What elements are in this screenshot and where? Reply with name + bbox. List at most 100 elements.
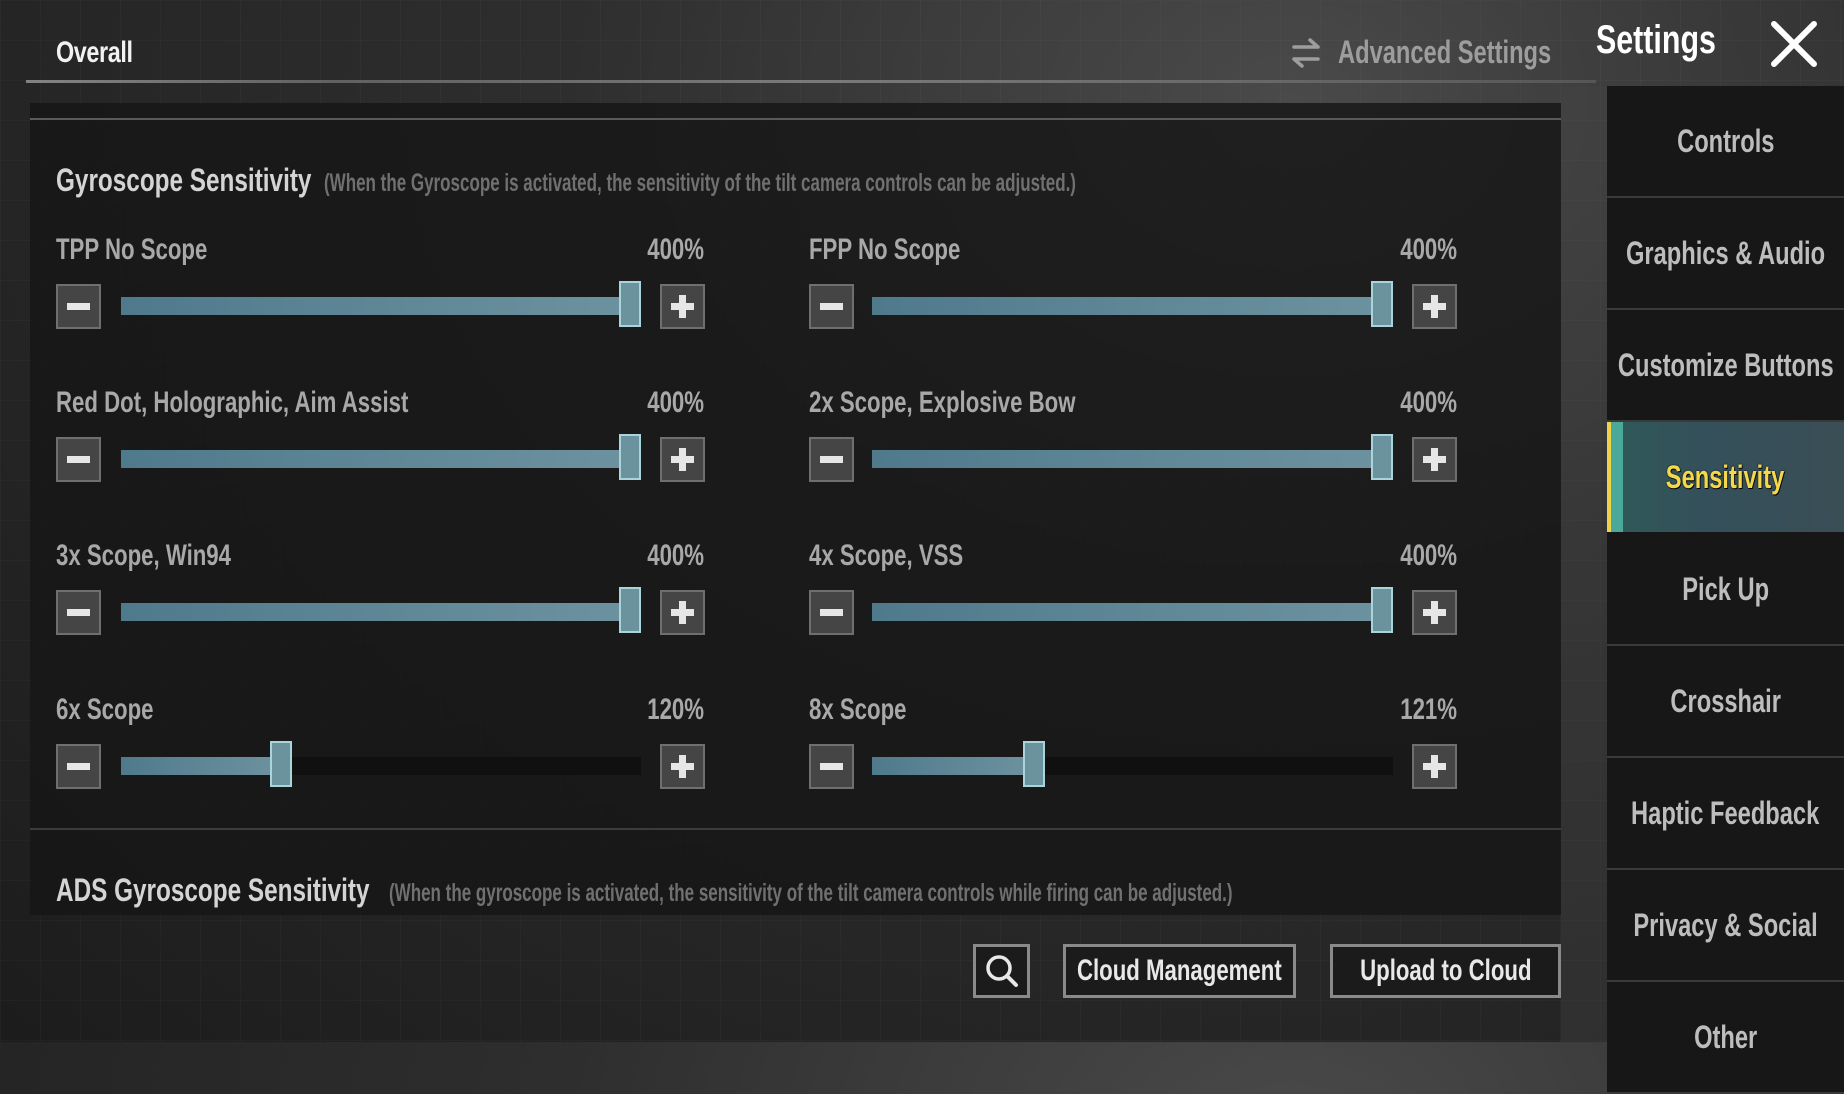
sensitivity-slider[interactable] [121, 281, 641, 327]
header-divider [26, 80, 1596, 83]
upload-to-cloud-label: Upload to Cloud [1359, 954, 1532, 987]
sensitivity-slider[interactable] [872, 434, 1393, 480]
slider-label: FPP No Scope [809, 233, 961, 266]
slider-thumb[interactable] [619, 281, 641, 327]
section-title: ADS Gyroscope Sensitivity [56, 872, 370, 908]
slider-thumb[interactable] [1371, 281, 1393, 327]
upload-to-cloud-button[interactable]: Upload to Cloud [1330, 944, 1561, 998]
sidebar-item-label: Haptic Feedback [1631, 794, 1820, 831]
decrease-button[interactable] [809, 437, 854, 482]
settings-sidebar: Controls Graphics & Audio Customize Button… [1607, 86, 1844, 1094]
page-title: Settings [1596, 18, 1716, 62]
increase-button[interactable] [1412, 284, 1457, 329]
increase-button[interactable] [660, 437, 705, 482]
sidebar-item-label: Graphics & Audio [1625, 234, 1826, 271]
slider-label: 4x Scope, VSS [809, 539, 964, 572]
sidebar-item-controls[interactable]: Controls [1607, 86, 1844, 198]
slider-value: 121% [1400, 693, 1457, 726]
increase-button[interactable] [1412, 590, 1457, 635]
advanced-settings-button[interactable]: Advanced Settings [1288, 34, 1626, 71]
close-button[interactable] [1768, 18, 1820, 70]
slider-fill [872, 603, 1382, 621]
minus-icon [67, 609, 90, 616]
decrease-button[interactable] [56, 744, 101, 789]
sensitivity-slider[interactable] [872, 741, 1393, 787]
decrease-button[interactable] [809, 590, 854, 635]
slider-fill [872, 450, 1382, 468]
sensitivity-slider[interactable] [872, 281, 1393, 327]
increase-button[interactable] [1412, 744, 1457, 789]
search-button[interactable] [973, 944, 1030, 998]
minus-icon [67, 763, 90, 770]
decrease-button[interactable] [56, 284, 101, 329]
slider-thumb[interactable] [1371, 434, 1393, 480]
decrease-button[interactable] [56, 590, 101, 635]
sidebar-item-haptic-feedback[interactable]: Haptic Feedback [1607, 758, 1844, 870]
slider-thumb[interactable] [270, 741, 292, 787]
section-description: (When the gyroscope is activated, the se… [388, 879, 1233, 907]
sidebar-item-label: Customize Buttons [1617, 346, 1834, 383]
ads-gyroscope-section-header: ADS Gyroscope Sensitivity (When the gyro… [56, 872, 1629, 909]
slider-value: 400% [1400, 233, 1457, 266]
sidebar-item-label: Controls [1676, 122, 1775, 159]
slider-thumb[interactable] [619, 434, 641, 480]
slider-value: 400% [647, 539, 704, 572]
increase-button[interactable] [660, 590, 705, 635]
slider-value: 400% [1400, 386, 1457, 419]
slider-value: 400% [1400, 539, 1457, 572]
decrease-button[interactable] [809, 284, 854, 329]
sidebar-item-pick-up[interactable]: Pick Up [1607, 534, 1844, 646]
slider-label: 8x Scope [809, 693, 907, 726]
sidebar-item-crosshair[interactable]: Crosshair [1607, 646, 1844, 758]
slider-thumb[interactable] [619, 587, 641, 633]
sidebar-item-graphics-and-audio[interactable]: Graphics & Audio [1607, 198, 1844, 310]
decrease-button[interactable] [56, 437, 101, 482]
sensitivity-slider[interactable] [121, 741, 641, 787]
section-divider [30, 828, 1561, 830]
section-description: (When the Gyroscope is activated, the se… [324, 169, 1077, 197]
cloud-management-button[interactable]: Cloud Management [1063, 944, 1296, 998]
sidebar-item-label: Sensitivity [1666, 458, 1785, 495]
sensitivity-slider[interactable] [121, 587, 641, 633]
slider-fill [872, 297, 1382, 315]
advanced-settings-label: Advanced Settings [1338, 34, 1552, 70]
slider-value: 400% [647, 233, 704, 266]
slider-thumb[interactable] [1023, 741, 1045, 787]
decrease-button[interactable] [809, 744, 854, 789]
slider-fill [121, 757, 281, 775]
gyroscope-section-header: Gyroscope Sensitivity (When the Gyroscop… [56, 162, 1430, 199]
minus-icon [820, 763, 843, 770]
sidebar-item-sensitivity[interactable]: Sensitivity [1607, 422, 1844, 532]
sidebar-item-other[interactable]: Other [1607, 982, 1844, 1094]
close-icon [1771, 21, 1817, 67]
cloud-management-label: Cloud Management [1077, 954, 1282, 987]
slider-label: Red Dot, Holographic, Aim Assist [56, 386, 409, 419]
sidebar-item-privacy-and-social[interactable]: Privacy & Social [1607, 870, 1844, 982]
slider-value: 400% [647, 386, 704, 419]
slider-fill [121, 450, 630, 468]
sidebar-item-label: Crosshair [1670, 682, 1781, 719]
slider-fill [121, 297, 630, 315]
active-accent-edge [1611, 422, 1623, 532]
tab-overall[interactable]: Overall [56, 36, 133, 70]
minus-icon [820, 303, 843, 310]
increase-button[interactable] [1412, 437, 1457, 482]
minus-icon [820, 456, 843, 463]
sidebar-item-customize-buttons[interactable]: Customize Buttons [1607, 310, 1844, 422]
minus-icon [67, 456, 90, 463]
slider-label: 3x Scope, Win94 [56, 539, 231, 572]
minus-icon [67, 303, 90, 310]
increase-button[interactable] [660, 284, 705, 329]
slider-fill [872, 757, 1034, 775]
slider-thumb[interactable] [1371, 587, 1393, 633]
increase-button[interactable] [660, 744, 705, 789]
sensitivity-slider[interactable] [121, 434, 641, 480]
sensitivity-slider[interactable] [872, 587, 1393, 633]
sidebar-item-label: Pick Up [1682, 570, 1769, 607]
minus-icon [820, 609, 843, 616]
search-icon [985, 955, 1018, 987]
sidebar-gutter [1561, 86, 1607, 1042]
slider-label: 2x Scope, Explosive Bow [809, 386, 1076, 419]
slider-value: 120% [647, 693, 704, 726]
swap-arrows-icon [1292, 37, 1320, 68]
